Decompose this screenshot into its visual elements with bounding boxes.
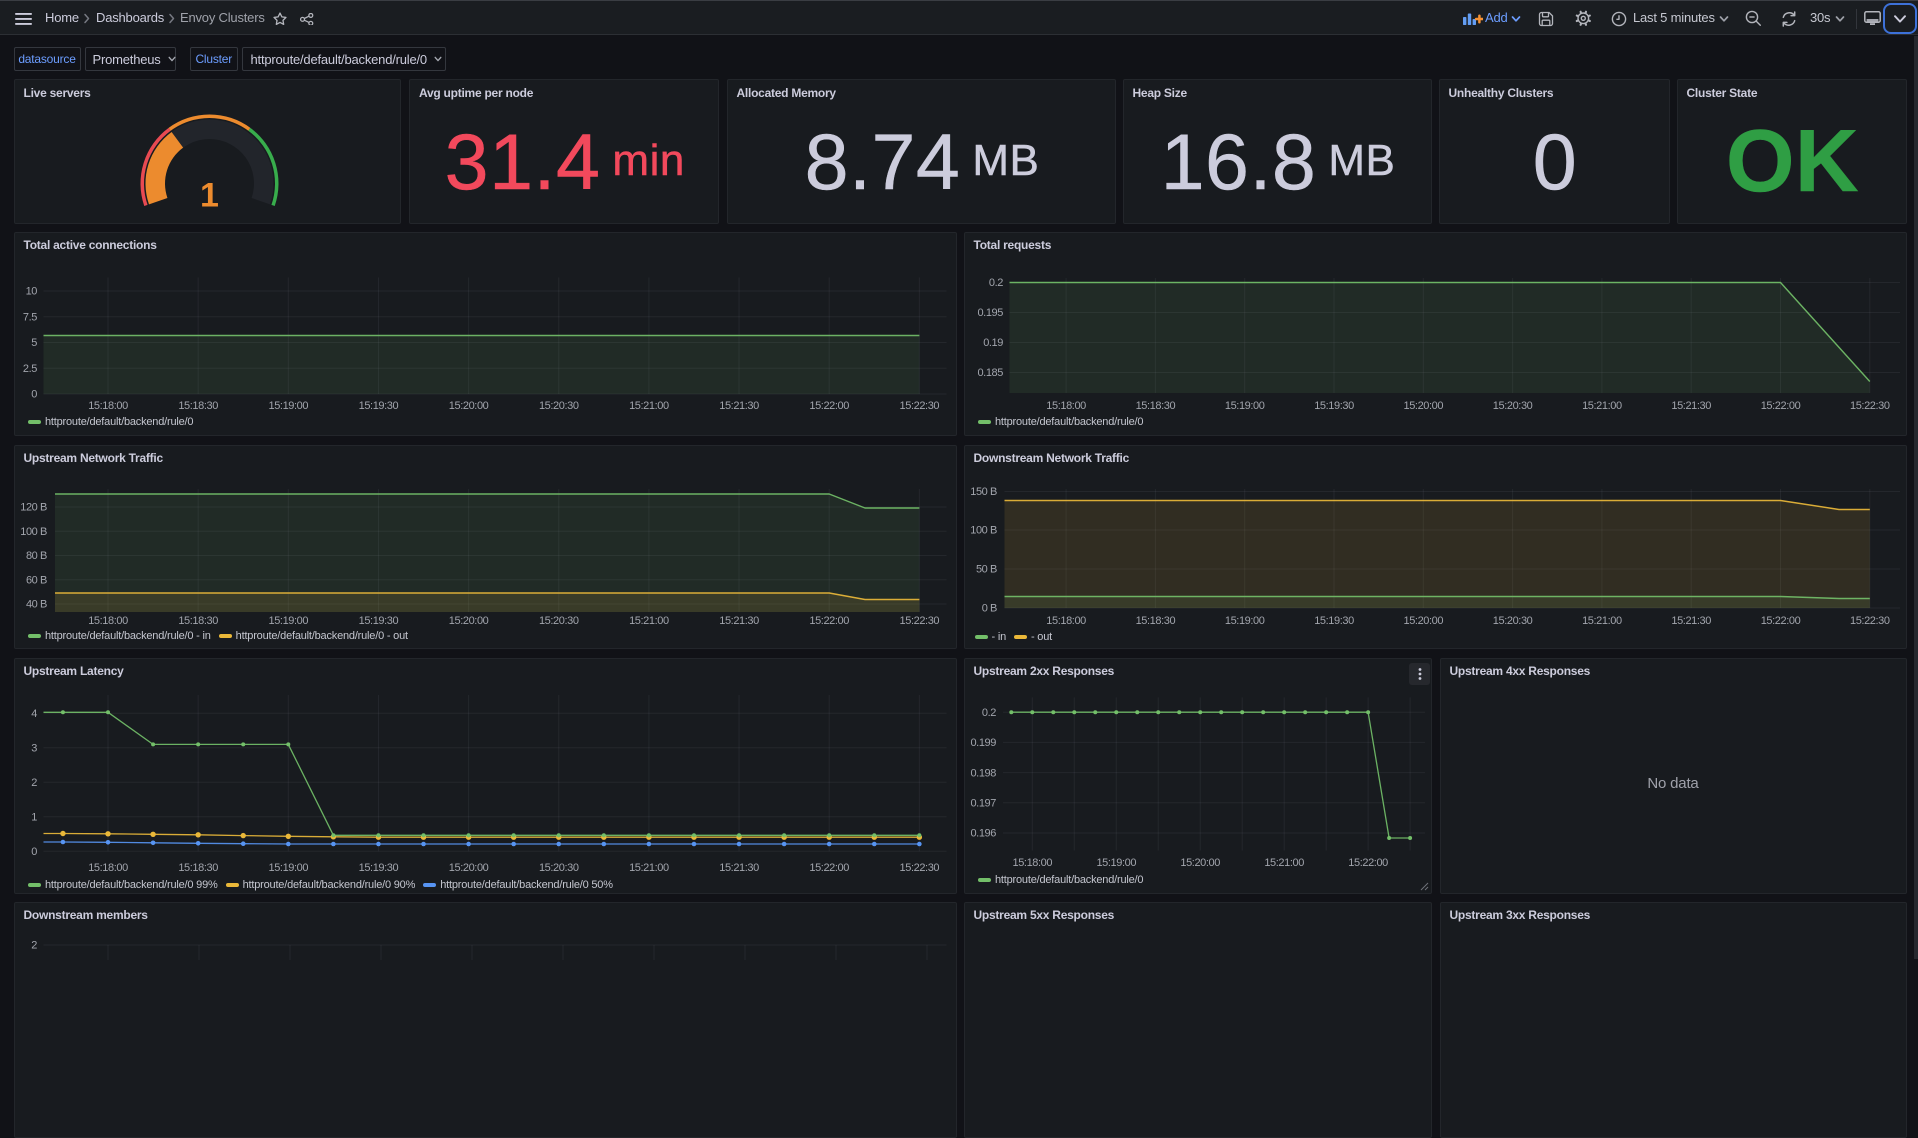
svg-text:0 B: 0 B — [981, 602, 996, 614]
svg-text:100 B: 100 B — [970, 524, 997, 536]
svg-text:15:18:30: 15:18:30 — [178, 615, 218, 627]
svg-text:15:21:00: 15:21:00 — [1582, 615, 1622, 627]
svg-text:15:21:00: 15:21:00 — [629, 615, 669, 627]
svg-text:15:22:00: 15:22:00 — [809, 862, 849, 874]
svg-text:4: 4 — [31, 708, 37, 720]
svg-text:15:19:00: 15:19:00 — [1096, 857, 1136, 869]
svg-text:3: 3 — [31, 742, 37, 754]
svg-text:15:20:30: 15:20:30 — [538, 400, 578, 412]
svg-text:15:19:30: 15:19:30 — [358, 615, 398, 627]
svg-text:15:18:00: 15:18:00 — [88, 400, 128, 412]
svg-text:15:22:00: 15:22:00 — [809, 615, 849, 627]
svg-text:15:21:30: 15:21:30 — [719, 862, 759, 874]
svg-text:0.196: 0.196 — [970, 827, 996, 839]
svg-text:15:21:30: 15:21:30 — [719, 400, 759, 412]
svg-text:15:18:30: 15:18:30 — [1135, 615, 1175, 627]
svg-text:15:21:30: 15:21:30 — [1671, 400, 1711, 412]
svg-text:1: 1 — [200, 177, 219, 215]
svg-text:15:20:00: 15:20:00 — [1403, 400, 1443, 412]
svg-text:15:19:30: 15:19:30 — [358, 862, 398, 874]
svg-text:15:18:00: 15:18:00 — [88, 615, 128, 627]
svg-text:15:19:00: 15:19:00 — [268, 400, 308, 412]
svg-text:15:18:00: 15:18:00 — [1046, 615, 1086, 627]
svg-text:0: 0 — [31, 388, 37, 400]
svg-text:15:20:30: 15:20:30 — [1492, 615, 1532, 627]
svg-text:15:21:00: 15:21:00 — [1582, 400, 1622, 412]
svg-text:15:22:00: 15:22:00 — [809, 400, 849, 412]
svg-text:15:21:00: 15:21:00 — [629, 400, 669, 412]
svg-text:15:18:00: 15:18:00 — [1012, 857, 1052, 869]
svg-text:7.5: 7.5 — [22, 311, 36, 323]
svg-text:15:20:30: 15:20:30 — [1492, 400, 1532, 412]
svg-text:5: 5 — [31, 337, 37, 349]
svg-text:15:21:00: 15:21:00 — [629, 862, 669, 874]
svg-text:15:20:00: 15:20:00 — [1403, 615, 1443, 627]
svg-text:15:19:00: 15:19:00 — [268, 615, 308, 627]
svg-text:15:22:30: 15:22:30 — [899, 615, 939, 627]
svg-text:15:18:30: 15:18:30 — [178, 400, 218, 412]
svg-text:15:18:00: 15:18:00 — [1046, 400, 1086, 412]
svg-text:0: 0 — [31, 846, 37, 858]
svg-text:0.185: 0.185 — [977, 367, 1003, 379]
svg-text:15:21:00: 15:21:00 — [1264, 857, 1304, 869]
svg-text:15:22:00: 15:22:00 — [1348, 857, 1388, 869]
svg-text:15:19:00: 15:19:00 — [1224, 400, 1264, 412]
svg-text:15:22:30: 15:22:30 — [899, 862, 939, 874]
svg-text:0.197: 0.197 — [970, 797, 996, 809]
svg-text:120 B: 120 B — [20, 501, 47, 513]
svg-text:150 B: 150 B — [970, 486, 997, 498]
svg-text:0.19: 0.19 — [983, 337, 1003, 349]
svg-text:15:19:30: 15:19:30 — [358, 400, 398, 412]
svg-text:15:19:30: 15:19:30 — [1314, 615, 1354, 627]
svg-text:15:20:30: 15:20:30 — [538, 615, 578, 627]
svg-text:15:22:00: 15:22:00 — [1760, 615, 1800, 627]
svg-text:2: 2 — [31, 777, 37, 789]
svg-text:15:21:30: 15:21:30 — [1671, 615, 1711, 627]
svg-text:15:19:00: 15:19:00 — [1224, 615, 1264, 627]
svg-text:15:18:00: 15:18:00 — [88, 862, 128, 874]
svg-text:60 B: 60 B — [25, 574, 46, 586]
svg-text:15:19:30: 15:19:30 — [1314, 400, 1354, 412]
svg-text:15:20:00: 15:20:00 — [1180, 857, 1220, 869]
svg-text:0.195: 0.195 — [977, 307, 1003, 319]
svg-text:15:21:30: 15:21:30 — [719, 615, 759, 627]
svg-text:80 B: 80 B — [25, 550, 46, 562]
svg-text:15:18:30: 15:18:30 — [1135, 400, 1175, 412]
svg-text:2: 2 — [31, 939, 37, 951]
svg-text:15:22:30: 15:22:30 — [1849, 615, 1889, 627]
svg-text:100 B: 100 B — [20, 525, 47, 537]
svg-text:15:22:30: 15:22:30 — [1849, 400, 1889, 412]
svg-text:15:20:30: 15:20:30 — [538, 862, 578, 874]
svg-text:10: 10 — [25, 285, 37, 297]
svg-text:0.2: 0.2 — [988, 277, 1002, 289]
svg-text:15:22:00: 15:22:00 — [1760, 400, 1800, 412]
svg-text:40 B: 40 B — [25, 598, 46, 610]
svg-text:50 B: 50 B — [975, 563, 996, 575]
svg-text:15:18:30: 15:18:30 — [178, 862, 218, 874]
svg-text:15:20:00: 15:20:00 — [448, 862, 488, 874]
svg-text:0.198: 0.198 — [970, 767, 996, 779]
svg-text:0.2: 0.2 — [981, 706, 995, 718]
svg-text:1: 1 — [31, 811, 37, 823]
svg-text:0.199: 0.199 — [970, 737, 996, 749]
svg-text:2.5: 2.5 — [22, 362, 36, 374]
svg-text:15:19:00: 15:19:00 — [268, 862, 308, 874]
svg-text:15:20:00: 15:20:00 — [448, 615, 488, 627]
svg-text:15:20:00: 15:20:00 — [448, 400, 488, 412]
svg-text:15:22:30: 15:22:30 — [899, 400, 939, 412]
